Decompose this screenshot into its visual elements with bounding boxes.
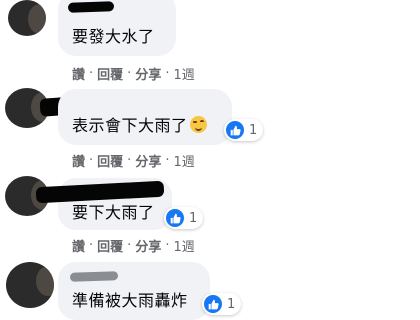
separator: · [127, 153, 132, 168]
separator: · [165, 66, 170, 81]
separator: · [127, 66, 132, 81]
share-link[interactable]: 分享 [135, 236, 161, 255]
redacted-author-name [69, 271, 119, 282]
comment-text: 表示會下大雨了 [72, 116, 207, 136]
like-link[interactable]: 讚 [72, 64, 85, 83]
like-reaction-icon [204, 295, 222, 313]
comment-actions: 讚 · 回覆 · 分享 · 1週 [72, 236, 195, 255]
like-reaction-icon [166, 209, 184, 227]
like-reaction-icon [226, 121, 244, 139]
comment-text-content: 表示會下大雨了 [72, 116, 188, 135]
separator: · [165, 238, 170, 253]
redacted-author-name [67, 1, 115, 13]
separator: · [165, 153, 170, 168]
reaction-summary[interactable]: 1 [224, 119, 264, 141]
comment-text: 準備被大雨轟炸 [72, 291, 188, 310]
separator: · [89, 66, 94, 81]
comment-bubble: 要發大水了 [58, 0, 176, 56]
share-link[interactable]: 分享 [135, 151, 161, 170]
reaction-count: 1 [189, 210, 198, 226]
timestamp-link[interactable]: 1週 [173, 151, 194, 170]
reaction-count: 1 [227, 296, 236, 312]
separator: · [89, 153, 94, 168]
separator: · [127, 238, 132, 253]
separator: · [89, 238, 94, 253]
comment-bubble: 表示會下大雨了 [58, 89, 232, 145]
avatar[interactable] [6, 262, 54, 308]
winking-face-emoji-icon [189, 116, 207, 133]
like-link[interactable]: 讚 [72, 236, 85, 255]
comment-actions: 讚 · 回覆 · 分享 · 1週 [72, 64, 195, 83]
timestamp-link[interactable]: 1週 [173, 64, 194, 83]
avatar[interactable] [8, 0, 46, 36]
reaction-count: 1 [249, 122, 258, 138]
comment-text: 要發大水了 [72, 27, 155, 46]
reply-link[interactable]: 回覆 [97, 64, 123, 83]
timestamp-link[interactable]: 1週 [173, 236, 194, 255]
like-link[interactable]: 讚 [72, 151, 85, 170]
reaction-summary[interactable]: 1 [202, 293, 242, 315]
reaction-summary[interactable]: 1 [164, 207, 204, 229]
share-link[interactable]: 分享 [135, 64, 161, 83]
comment-bubble: 準備被大雨轟炸 [58, 262, 210, 320]
reply-link[interactable]: 回覆 [97, 151, 123, 170]
comment-text: 要下大雨了 [72, 203, 155, 222]
comment-actions: 讚 · 回覆 · 分享 · 1週 [72, 151, 195, 170]
reply-link[interactable]: 回覆 [97, 236, 123, 255]
